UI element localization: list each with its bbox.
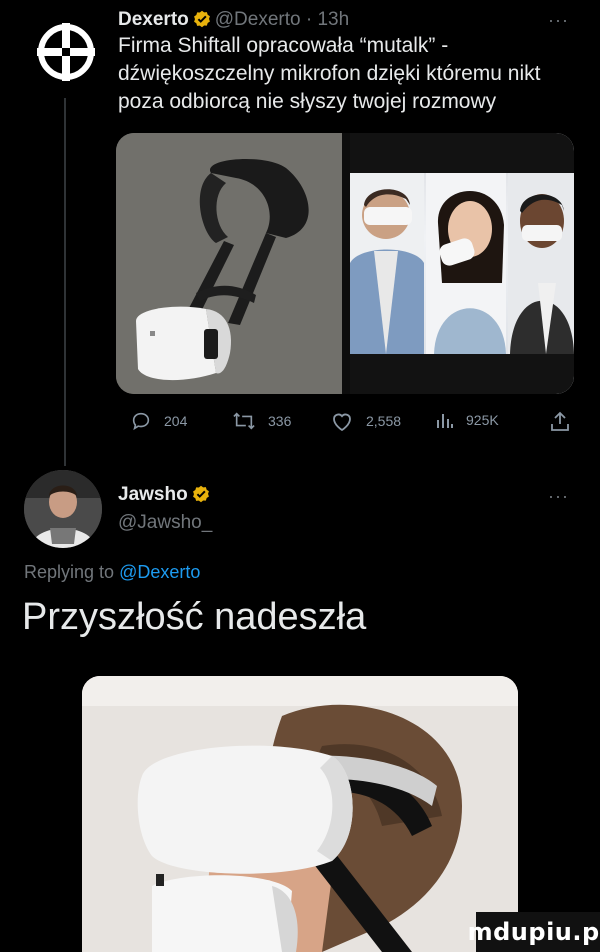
tweet1-text: Firma Shiftall opracowała “mutalk” - dźw…	[118, 34, 541, 113]
thread-connector-line	[64, 98, 66, 466]
reply-button[interactable]: 204	[130, 410, 187, 432]
vr-headset-photo	[82, 676, 518, 952]
replying-to-line: Replying to @Dexerto	[24, 562, 200, 583]
tweet2-author-name[interactable]: Jawsho	[118, 484, 188, 505]
views-count: 925K	[466, 412, 499, 428]
tweet2-author-row: Jawsho	[118, 484, 214, 509]
media-divider	[342, 133, 350, 394]
dexerto-avatar[interactable]	[24, 10, 108, 94]
share-icon	[551, 411, 569, 431]
replying-to-link[interactable]: @Dexerto	[119, 562, 200, 582]
tweet2-handle: @Jawsho_	[118, 512, 213, 533]
tweet1-media[interactable]	[116, 133, 574, 394]
people-using-mutalk-photo	[350, 133, 574, 394]
like-button[interactable]: 2,558	[330, 410, 401, 432]
more-dots-icon[interactable]: ···	[548, 486, 569, 507]
verified-badge-icon	[192, 485, 210, 509]
views-button[interactable]: 925K	[436, 410, 499, 430]
views-icon	[437, 414, 453, 428]
reply-count: 204	[164, 413, 188, 429]
tweet1-handle-time: @Dexerto · 13h	[214, 9, 350, 30]
retweet-count: 336	[268, 413, 292, 429]
more-dots-icon[interactable]: ···	[548, 10, 569, 31]
share-button[interactable]	[550, 410, 570, 432]
mutalk-product-photo	[116, 133, 342, 394]
dexerto-logo-icon	[37, 23, 95, 81]
site-watermark: mdupiu.pl	[468, 912, 600, 952]
jawsho-avatar[interactable]	[24, 470, 102, 548]
tweet1-header: Dexerto @Dexerto · 13h	[118, 8, 349, 35]
tweet2-text: Przyszłość nadeszła	[22, 596, 367, 638]
like-count: 2,558	[366, 413, 402, 429]
retweet-icon	[233, 412, 255, 430]
reply-icon	[132, 412, 150, 431]
tweet1-action-bar: 204 336 2,558 925K	[130, 410, 590, 434]
tweet1-author-name[interactable]: Dexerto	[118, 9, 189, 30]
retweet-button[interactable]: 336	[232, 410, 291, 432]
replying-to-prefix: Replying to	[24, 562, 120, 582]
heart-icon	[333, 413, 351, 432]
tweet2-media[interactable]	[82, 676, 518, 952]
